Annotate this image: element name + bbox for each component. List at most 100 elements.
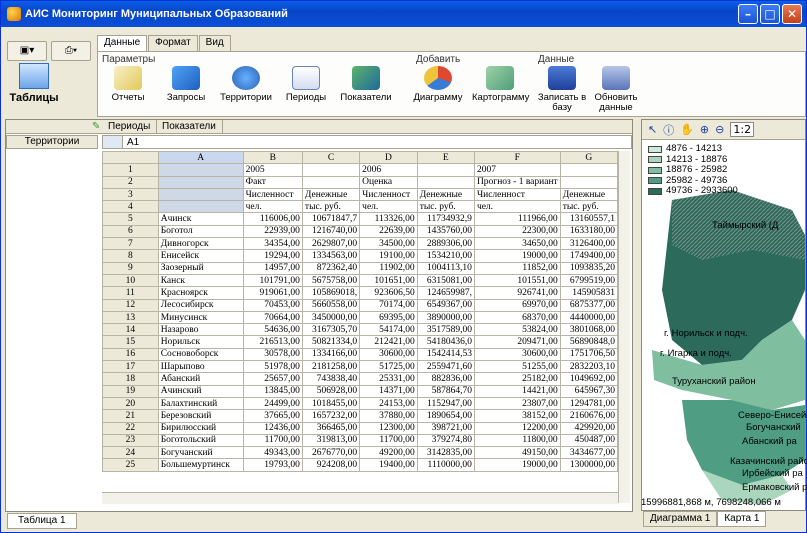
table-cell[interactable]: Численност	[473, 187, 561, 202]
column-header-b[interactable]: B	[242, 151, 303, 165]
table-cell[interactable]: Назарово	[157, 323, 244, 337]
table-cell[interactable]: 51255,00	[473, 360, 561, 374]
table-cell[interactable]: чел.	[242, 200, 303, 214]
table-cell[interactable]: 6549367,00	[416, 298, 475, 312]
table-cell[interactable]: 645967,30	[559, 384, 618, 398]
table-cell[interactable]: 11800,00	[473, 433, 561, 448]
table-cell[interactable]: 34354,00	[242, 237, 303, 251]
tab-map1[interactable]: Карта 1	[717, 511, 767, 527]
territories-button[interactable]: Территории	[218, 66, 274, 114]
table-cell[interactable]: Прогноз - 1 вариант	[473, 175, 561, 189]
indicators-tab[interactable]: Показатели	[156, 120, 223, 134]
tab-diagram1[interactable]: Диаграмма 1	[643, 511, 718, 527]
row-number[interactable]: 9	[102, 261, 159, 275]
row-number[interactable]: 5	[102, 212, 159, 226]
table-cell[interactable]: 14371,00	[359, 384, 418, 398]
table-cell[interactable]: 1633180,00	[559, 224, 618, 239]
table-cell[interactable]: 37665,00	[242, 409, 303, 423]
add-cartogram-button[interactable]: Картограмму	[472, 66, 529, 114]
table-cell[interactable]: 2005	[242, 163, 303, 177]
table-cell[interactable]: Сосновоборск	[157, 347, 244, 362]
table-cell[interactable]: Численност	[242, 187, 303, 202]
table-cell[interactable]: 2559471,60	[416, 360, 475, 374]
excel-export-icon[interactable]: ▣▾	[7, 41, 47, 61]
table-cell[interactable]: 13160557,1	[559, 212, 618, 226]
reports-button[interactable]: Отчеты	[100, 66, 156, 114]
table-cell[interactable]: 429920,00	[559, 421, 618, 435]
row-number[interactable]: 24	[102, 446, 159, 460]
table-cell[interactable]: 38152,00	[473, 409, 561, 423]
table-cell[interactable]: 19793,00	[242, 458, 303, 472]
save-db-button[interactable]: Записать в базу	[534, 66, 590, 114]
table-cell[interactable]: чел.	[473, 200, 561, 214]
table-cell[interactable]: 111966,00	[473, 212, 561, 226]
table-cell[interactable]: 49343,00	[242, 446, 303, 460]
table-cell[interactable]: 1749400,00	[559, 249, 618, 263]
table-cell[interactable]: Минусинск	[157, 310, 244, 325]
table-cell[interactable]: тыс. руб.	[416, 200, 475, 214]
table-cell[interactable]: 216513,00	[242, 335, 303, 349]
table-cell[interactable]	[157, 163, 244, 177]
table-cell[interactable]: 926741,00	[473, 286, 561, 300]
column-header-c[interactable]: C	[301, 151, 361, 165]
table-cell[interactable]: 209471,00	[473, 335, 561, 349]
table-cell[interactable]	[559, 175, 618, 189]
table-cell[interactable]: 30600,00	[359, 347, 418, 362]
table-cell[interactable]	[157, 200, 244, 214]
table-cell[interactable]: 1334563,00	[301, 249, 361, 263]
table-cell[interactable]: Богучанский	[157, 446, 244, 460]
table-cell[interactable]: 2160676,00	[559, 409, 618, 423]
table-cell[interactable]: 2007	[473, 163, 561, 177]
table-cell[interactable]: 25657,00	[242, 372, 303, 386]
column-header-e[interactable]: E	[416, 151, 475, 165]
table-cell[interactable]: 924208,00	[301, 458, 361, 472]
table-cell[interactable]: 1294781,00	[559, 396, 618, 411]
table-cell[interactable]: 70453,00	[242, 298, 303, 312]
table-cell[interactable]: 2889306,00	[416, 237, 475, 251]
tab-view[interactable]: Вид	[198, 35, 231, 51]
table-cell[interactable]: 34500,00	[359, 237, 418, 251]
info-icon[interactable]: ⓘ	[663, 122, 674, 138]
table-cell[interactable]	[157, 175, 244, 189]
table-cell[interactable]: 923606,50	[359, 286, 418, 300]
table-cell[interactable]: 2181258,00	[301, 360, 361, 374]
table-cell[interactable]: 3126400,00	[559, 237, 618, 251]
table-cell[interactable]: 37880,00	[359, 409, 418, 423]
table-cell[interactable]: 56890848,0	[559, 335, 618, 349]
table-cell[interactable]: 1751706,50	[559, 347, 618, 362]
table-cell[interactable]: 24499,00	[242, 396, 303, 411]
maximize-button[interactable]: □	[760, 4, 780, 24]
table-cell[interactable]: 1542414,53	[416, 347, 475, 362]
table-cell[interactable]: 450487,00	[559, 433, 618, 448]
table-cell[interactable]: 30600,00	[473, 347, 561, 362]
table-cell[interactable]	[416, 163, 475, 177]
table-cell[interactable]	[157, 187, 244, 202]
table-cell[interactable]: 24153,00	[359, 396, 418, 411]
table-cell[interactable]: 11700,00	[359, 433, 418, 448]
table-cell[interactable]: 13845,00	[242, 384, 303, 398]
table-cell[interactable]: 1018455,00	[301, 396, 361, 411]
row-number[interactable]: 14	[102, 323, 159, 337]
table-cell[interactable]: 882836,00	[416, 372, 475, 386]
table-cell[interactable]: 1093835,20	[559, 261, 618, 275]
table-cell[interactable]: 1890654,00	[416, 409, 475, 423]
row-number[interactable]: 20	[102, 396, 159, 411]
table-cell[interactable]: Дивногорск	[157, 237, 244, 251]
table-cell[interactable]	[416, 175, 475, 189]
table-cell[interactable]: Канск	[157, 273, 244, 288]
table-cell[interactable]: 19000,00	[473, 249, 561, 263]
zoom-out-icon[interactable]: ⊖	[715, 123, 724, 136]
table-cell[interactable]: 2629807,00	[301, 237, 361, 251]
table-cell[interactable]: 2832203,10	[559, 360, 618, 374]
row-number[interactable]: 17	[102, 360, 159, 374]
table-cell[interactable]: 1004113,10	[416, 261, 475, 275]
table-cell[interactable]: 22639,00	[359, 224, 418, 239]
table-cell[interactable]: 5675758,00	[301, 273, 361, 288]
column-header-d[interactable]: D	[359, 151, 418, 165]
table-cell[interactable]: 2676770,00	[301, 446, 361, 460]
table-cell[interactable]: 506928,00	[301, 384, 361, 398]
table-cell[interactable]: 1435760,00	[416, 224, 475, 239]
table-cell[interactable]: 54174,00	[359, 323, 418, 337]
table-cell[interactable]: 12200,00	[473, 421, 561, 435]
column-header-a[interactable]: A	[157, 151, 244, 165]
